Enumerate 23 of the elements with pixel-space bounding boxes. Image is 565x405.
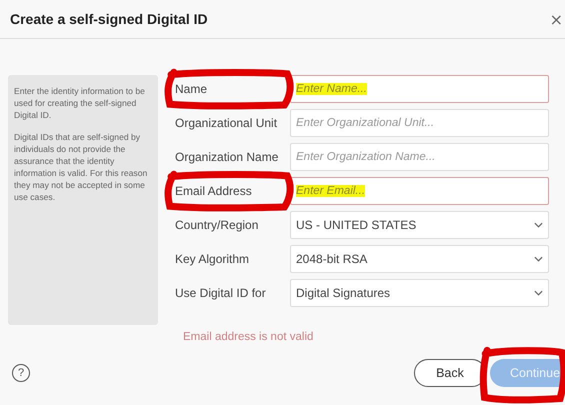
dropdown[interactable]: Digital Signatures: [290, 279, 549, 307]
field-label: Organizational Unit: [175, 116, 278, 130]
help-icon[interactable]: ?: [12, 364, 30, 382]
chevron-icon: [534, 256, 543, 262]
field-label: Email Address: [175, 184, 290, 198]
info-text: Enter the identity information to be used for creating the self-signed Digital ID.: [14, 85, 146, 121]
field-label: Use Digital ID for: [175, 286, 267, 300]
input-field[interactable]: Enter Organization Name...: [290, 143, 549, 171]
input-field[interactable]: Enter Email...: [290, 177, 549, 205]
input-field[interactable]: Enter Organizational Unit...: [290, 109, 549, 137]
chevron-icon: [534, 290, 543, 296]
chevron-icon: [534, 222, 543, 228]
close-button[interactable]: ×: [550, 10, 565, 28]
dropdown[interactable]: US - UNITED STATES: [290, 211, 549, 239]
dropdown[interactable]: 2048-bit RSA: [290, 245, 549, 273]
window-title: Create a self-signed Digital ID: [10, 11, 208, 27]
field-label: Organization Name: [175, 150, 280, 164]
info-text: Digital IDs that are self-signed by individuals do not provide the assurance that the identity information is valid. For this reason they may not be accepted in some use cases.: [14, 131, 148, 203]
input-field[interactable]: Enter Name...: [290, 75, 549, 103]
field-label: Key Algorithm: [175, 252, 250, 266]
field-label: Name: [175, 82, 290, 96]
field-label: Country/Region: [175, 218, 260, 232]
error-message: Email address is not valid: [183, 331, 314, 343]
